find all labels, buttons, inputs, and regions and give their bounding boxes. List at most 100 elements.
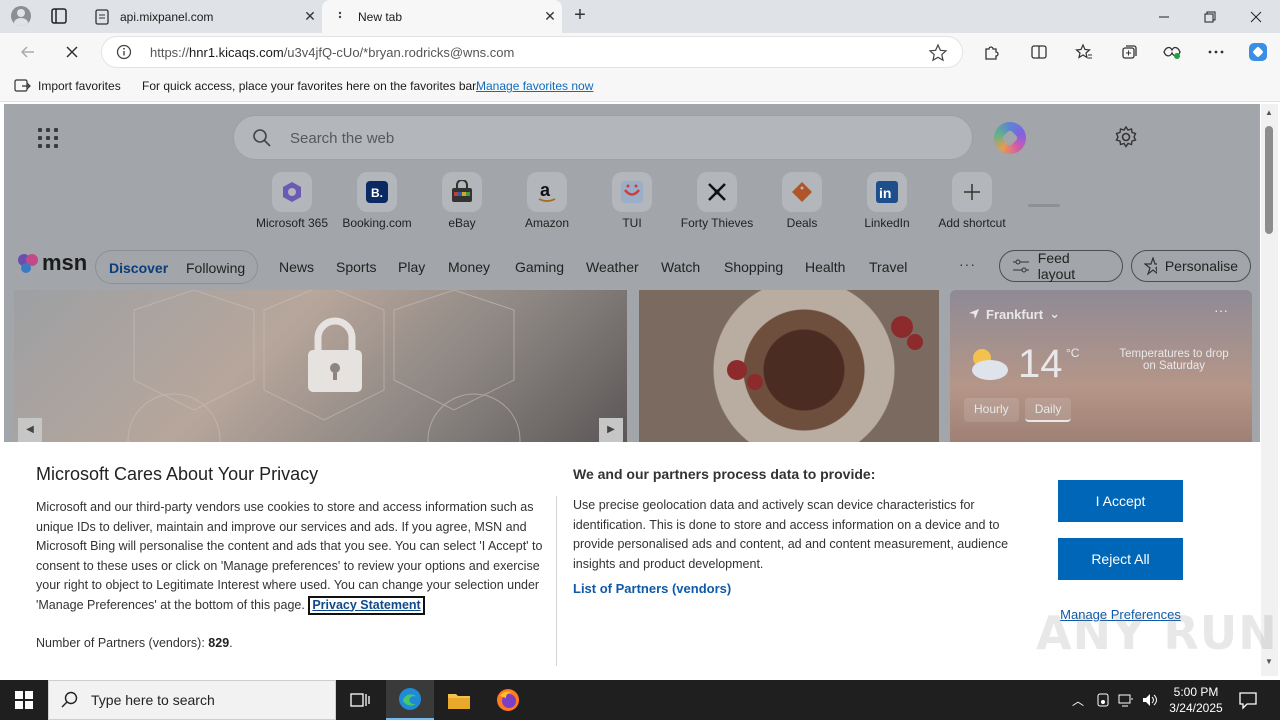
raspberry-image — [907, 334, 923, 350]
clock-date: 3/24/2025 — [1169, 701, 1223, 715]
tab-following[interactable]: Following — [186, 260, 245, 276]
more-categories-icon[interactable]: ··· — [959, 256, 976, 272]
browser-essentials-icon[interactable] — [1160, 40, 1184, 64]
shortcut-microsoft-365[interactable]: Microsoft 365 — [250, 172, 334, 230]
tab-title: New tab — [358, 9, 403, 24]
taskbar-firefox[interactable] — [484, 680, 532, 720]
ebay-icon — [452, 180, 472, 202]
shortcut-linkedin[interactable]: in LinkedIn — [845, 172, 929, 230]
address-bar[interactable]: https://hnr1.kicaqs.com/u3v4jfQ-cUo/*bry… — [101, 36, 963, 68]
extensions-icon[interactable] — [979, 40, 1003, 64]
back-button[interactable] — [14, 38, 42, 66]
settings-gear-icon[interactable] — [1114, 125, 1138, 149]
search-icon — [253, 129, 271, 147]
notification-center-icon[interactable] — [1238, 690, 1258, 710]
sliders-icon — [1013, 259, 1029, 273]
amazon-icon: a — [538, 180, 556, 202]
tab-discover[interactable]: Discover — [109, 260, 168, 276]
privacy-statement-link[interactable]: Privacy Statement — [308, 595, 425, 615]
favorites-icon[interactable] — [1072, 40, 1096, 64]
copilot-icon[interactable] — [994, 122, 1026, 154]
favorite-star-icon[interactable] — [928, 43, 948, 63]
volume-icon[interactable] — [1142, 692, 1158, 708]
personalise-button[interactable]: Personalise — [1131, 250, 1251, 282]
page-indicator[interactable] — [1028, 204, 1060, 207]
close-window-button[interactable] — [1233, 0, 1279, 33]
category-watch[interactable]: Watch — [661, 259, 700, 275]
tab-new-tab[interactable]: New tab ✕ — [322, 0, 562, 33]
shortcut-add[interactable]: Add shortcut — [930, 172, 1014, 230]
shortcut-ebay[interactable]: eBay — [420, 172, 504, 230]
more-menu-icon[interactable] — [1204, 40, 1228, 64]
hero-card-security[interactable]: ◀ ▶ — [14, 290, 627, 450]
minimize-button[interactable] — [1141, 0, 1187, 33]
shortcut-deals[interactable]: Deals — [760, 172, 844, 230]
weather-more-icon[interactable]: ··· — [1214, 302, 1228, 318]
app-launcher-icon[interactable] — [38, 128, 58, 148]
stop-loading-button[interactable] — [58, 38, 86, 66]
web-search-box[interactable]: Search the web — [233, 115, 973, 160]
category-weather[interactable]: Weather — [586, 259, 639, 275]
start-button[interactable] — [0, 680, 48, 720]
weather-card[interactable]: Frankfurt ⌄ ··· 14 °C Temperatures to dr… — [950, 290, 1252, 450]
category-gaming[interactable]: Gaming — [515, 259, 564, 275]
tab-hourly[interactable]: Hourly — [964, 398, 1019, 422]
category-sports[interactable]: Sports — [336, 259, 376, 275]
shortcut-booking[interactable]: B. Booking.com — [335, 172, 419, 230]
tab-daily[interactable]: Daily — [1024, 398, 1072, 422]
scrollbar-thumb[interactable] — [1265, 126, 1273, 234]
news-card-dessert[interactable] — [639, 290, 939, 450]
category-play[interactable]: Play — [398, 259, 425, 275]
reject-all-button[interactable]: Reject All — [1058, 538, 1183, 580]
linkedin-icon: in — [876, 181, 898, 203]
list-of-partners-link[interactable]: List of Partners (vendors) — [573, 581, 731, 596]
category-health[interactable]: Health — [805, 259, 845, 275]
task-view-button[interactable] — [336, 680, 384, 720]
msn-logo[interactable]: msn — [16, 250, 87, 276]
shortcut-forty-thieves[interactable]: Forty Thieves — [675, 172, 759, 230]
tab-actions-button[interactable] — [48, 6, 70, 26]
device-icon[interactable] — [1095, 692, 1111, 708]
stop-icon — [66, 46, 78, 58]
scroll-up-icon[interactable]: ▲ — [1265, 108, 1273, 117]
carousel-prev-icon[interactable]: ◀ — [18, 418, 42, 442]
shortcut-label: Microsoft 365 — [255, 216, 329, 230]
network-icon[interactable] — [1118, 692, 1134, 708]
close-tab-icon[interactable]: ✕ — [538, 8, 562, 25]
shortcut-amazon[interactable]: a Amazon — [505, 172, 589, 230]
import-favorites-button[interactable]: Import favorites — [14, 78, 121, 94]
manage-favorites-link[interactable]: Manage favorites now — [476, 79, 593, 93]
system-clock[interactable]: 5:00 PM 3/24/2025 — [1166, 684, 1226, 716]
site-info-icon[interactable] — [116, 44, 132, 60]
category-news[interactable]: News — [279, 259, 314, 275]
taskbar-search[interactable]: Type here to search — [48, 680, 336, 720]
feed-tabs: Discover Following — [95, 250, 258, 284]
carousel-next-icon[interactable]: ▶ — [599, 418, 623, 442]
category-shopping[interactable]: Shopping — [724, 259, 783, 275]
restore-button[interactable] — [1187, 0, 1233, 33]
feed-layout-button[interactable]: Feed layout — [999, 250, 1123, 282]
taskbar-search-placeholder: Type here to search — [91, 692, 215, 708]
split-screen-icon[interactable] — [1027, 40, 1051, 64]
import-favorites-label: Import favorites — [38, 79, 121, 93]
new-tab-button[interactable]: + — [568, 4, 592, 28]
weather-note[interactable]: Temperatures to drop on Saturday — [1114, 348, 1234, 372]
close-tab-icon[interactable]: ✕ — [298, 8, 322, 25]
taskbar-edge[interactable] — [386, 680, 434, 720]
taskbar-file-explorer[interactable] — [435, 680, 483, 720]
category-travel[interactable]: Travel — [869, 259, 907, 275]
tab-mixpanel[interactable]: api.mixpanel.com ✕ — [84, 0, 322, 33]
category-money[interactable]: Money — [448, 259, 490, 275]
shortcut-tui[interactable]: TUI — [590, 172, 674, 230]
copilot-sidebar-icon[interactable] — [1246, 40, 1270, 64]
page-scrollbar[interactable]: ▲ ▼ — [1261, 104, 1278, 676]
collections-icon[interactable] — [1117, 40, 1141, 64]
weather-location[interactable]: Frankfurt ⌄ — [968, 306, 1060, 322]
profile-icon — [11, 6, 31, 26]
weather-tabs: Hourly Daily — [964, 398, 1072, 422]
accept-button[interactable]: I Accept — [1058, 480, 1183, 522]
anyrun-watermark: ANY RUN — [1036, 606, 1278, 660]
show-hidden-icons-icon[interactable]: ︿ — [1070, 692, 1086, 708]
profile-button[interactable] — [8, 4, 34, 28]
svg-text:a: a — [540, 180, 551, 200]
